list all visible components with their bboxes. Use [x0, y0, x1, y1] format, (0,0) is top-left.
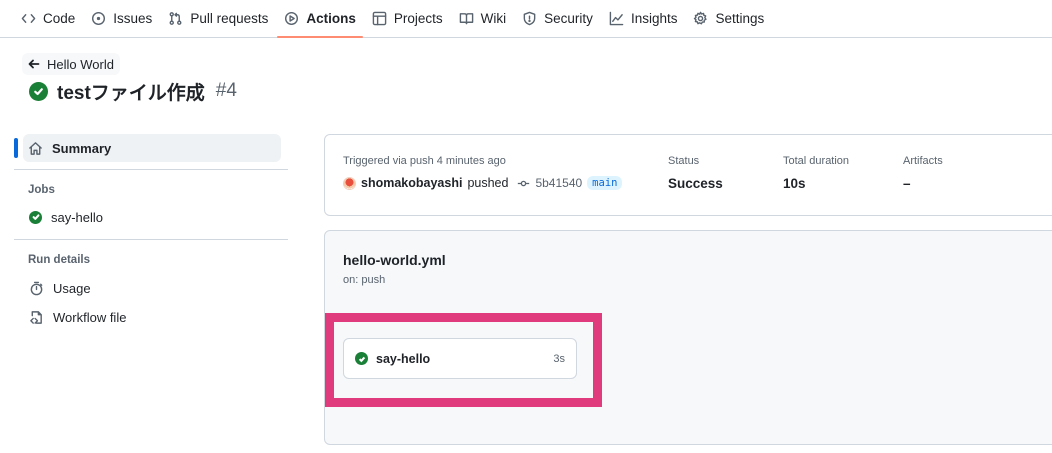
- tab-actions[interactable]: Actions: [277, 0, 363, 38]
- sidebar-item-summary[interactable]: Summary: [14, 134, 281, 162]
- run-title: testファイル作成 #4: [29, 78, 237, 104]
- arrow-left-icon: [28, 59, 40, 69]
- status-value: Success: [668, 176, 723, 191]
- tab-issues[interactable]: Issues: [84, 0, 159, 37]
- branch-badge[interactable]: main: [587, 176, 623, 190]
- duration-label: Total duration: [783, 155, 850, 167]
- issue-opened-icon: [92, 11, 106, 26]
- sidebar-jobs-heading: Jobs: [28, 184, 55, 196]
- gear-icon: [694, 11, 708, 25]
- stopwatch-icon: [30, 281, 43, 295]
- tab-actions-label: Actions: [306, 11, 356, 26]
- repo-nav: Code Issues Pull requests Actions Projec…: [0, 0, 1052, 38]
- job-name: say-hello: [376, 351, 431, 366]
- artifacts-label: Artifacts: [903, 155, 943, 167]
- run-title-text: testファイル作成: [57, 82, 205, 104]
- workflow-file-name: hello-world.yml: [343, 252, 446, 268]
- artifacts-value: –: [903, 176, 911, 191]
- tab-pull-requests[interactable]: Pull requests: [161, 0, 275, 37]
- artifacts-info: Artifacts –: [903, 155, 943, 191]
- duration-value: 10s: [783, 176, 806, 191]
- play-icon: [285, 11, 299, 26]
- run-number: #4: [215, 80, 237, 101]
- workflow-graph: hello-world.yml on: push say-hello 3s: [324, 230, 1052, 445]
- status-label: Status: [668, 155, 700, 167]
- trigger-user-link[interactable]: shomakobayashi: [361, 176, 462, 190]
- sidebar-item-usage[interactable]: Usage: [14, 275, 288, 301]
- tab-code[interactable]: Code: [14, 0, 82, 37]
- trigger-line: shomakobayashi pushed 5b41540 main: [343, 176, 623, 190]
- check-circle-icon: [355, 352, 368, 365]
- sidebar-job-say-hello[interactable]: say-hello: [14, 204, 288, 230]
- tab-projects[interactable]: Projects: [365, 0, 450, 37]
- tab-code-label: Code: [43, 11, 76, 26]
- sidebar-workflow-file-label: Workflow file: [53, 309, 127, 325]
- sidebar-divider: [14, 169, 288, 170]
- back-to-workflow-link[interactable]: Hello World: [22, 53, 120, 75]
- tab-insights-label: Insights: [630, 11, 678, 26]
- trigger-label: Triggered via push 4 minutes ago: [343, 155, 506, 167]
- tab-issues-label: Issues: [113, 11, 153, 26]
- job-card-say-hello[interactable]: say-hello 3s: [343, 338, 577, 379]
- back-link-label: Hello World: [47, 56, 114, 72]
- sidebar-item-workflow-file[interactable]: Workflow file: [14, 304, 288, 330]
- sidebar-job-label: say-hello: [51, 209, 104, 225]
- shield-icon: [523, 11, 536, 26]
- run-info-box: Triggered via push 4 minutes ago shomako…: [324, 134, 1052, 216]
- sidebar-summary-label: Summary: [52, 140, 112, 156]
- graph-icon: [609, 11, 624, 26]
- sidebar-divider: [14, 239, 288, 240]
- tab-security-label: Security: [544, 11, 593, 26]
- avatar[interactable]: [343, 176, 356, 190]
- sidebar-usage-label: Usage: [53, 280, 91, 296]
- git-pull-request-icon: [169, 12, 182, 25]
- tab-insights[interactable]: Insights: [602, 0, 685, 37]
- check-circle-icon: [29, 210, 42, 224]
- tab-pull-requests-label: Pull requests: [190, 11, 269, 26]
- code-icon: [21, 14, 36, 23]
- workflow-trigger: on: push: [343, 274, 386, 286]
- sidebar-run-details-heading: Run details: [28, 254, 90, 266]
- book-icon: [459, 13, 473, 25]
- tab-settings-label: Settings: [715, 11, 765, 26]
- status-info: Status Success: [668, 155, 723, 191]
- git-commit-icon: [518, 180, 530, 186]
- trigger-verb: pushed: [467, 176, 509, 190]
- table-icon: [372, 11, 387, 26]
- home-icon: [29, 141, 42, 155]
- job-duration: 3s: [553, 352, 565, 365]
- tab-wiki-label: Wiki: [480, 11, 507, 26]
- commit-sha-link[interactable]: 5b41540: [535, 176, 582, 190]
- trigger-info: Triggered via push 4 minutes ago shomako…: [343, 155, 623, 190]
- tab-security[interactable]: Security: [515, 0, 600, 37]
- duration-info: Total duration 10s: [783, 155, 849, 191]
- tab-settings[interactable]: Settings: [686, 0, 771, 37]
- check-circle-icon: [29, 81, 48, 101]
- tab-wiki[interactable]: Wiki: [452, 0, 514, 37]
- file-code-icon: [30, 310, 42, 324]
- tab-projects-label: Projects: [393, 11, 443, 26]
- run-sidebar: Summary Jobs say-hello Run details Usage…: [14, 134, 288, 330]
